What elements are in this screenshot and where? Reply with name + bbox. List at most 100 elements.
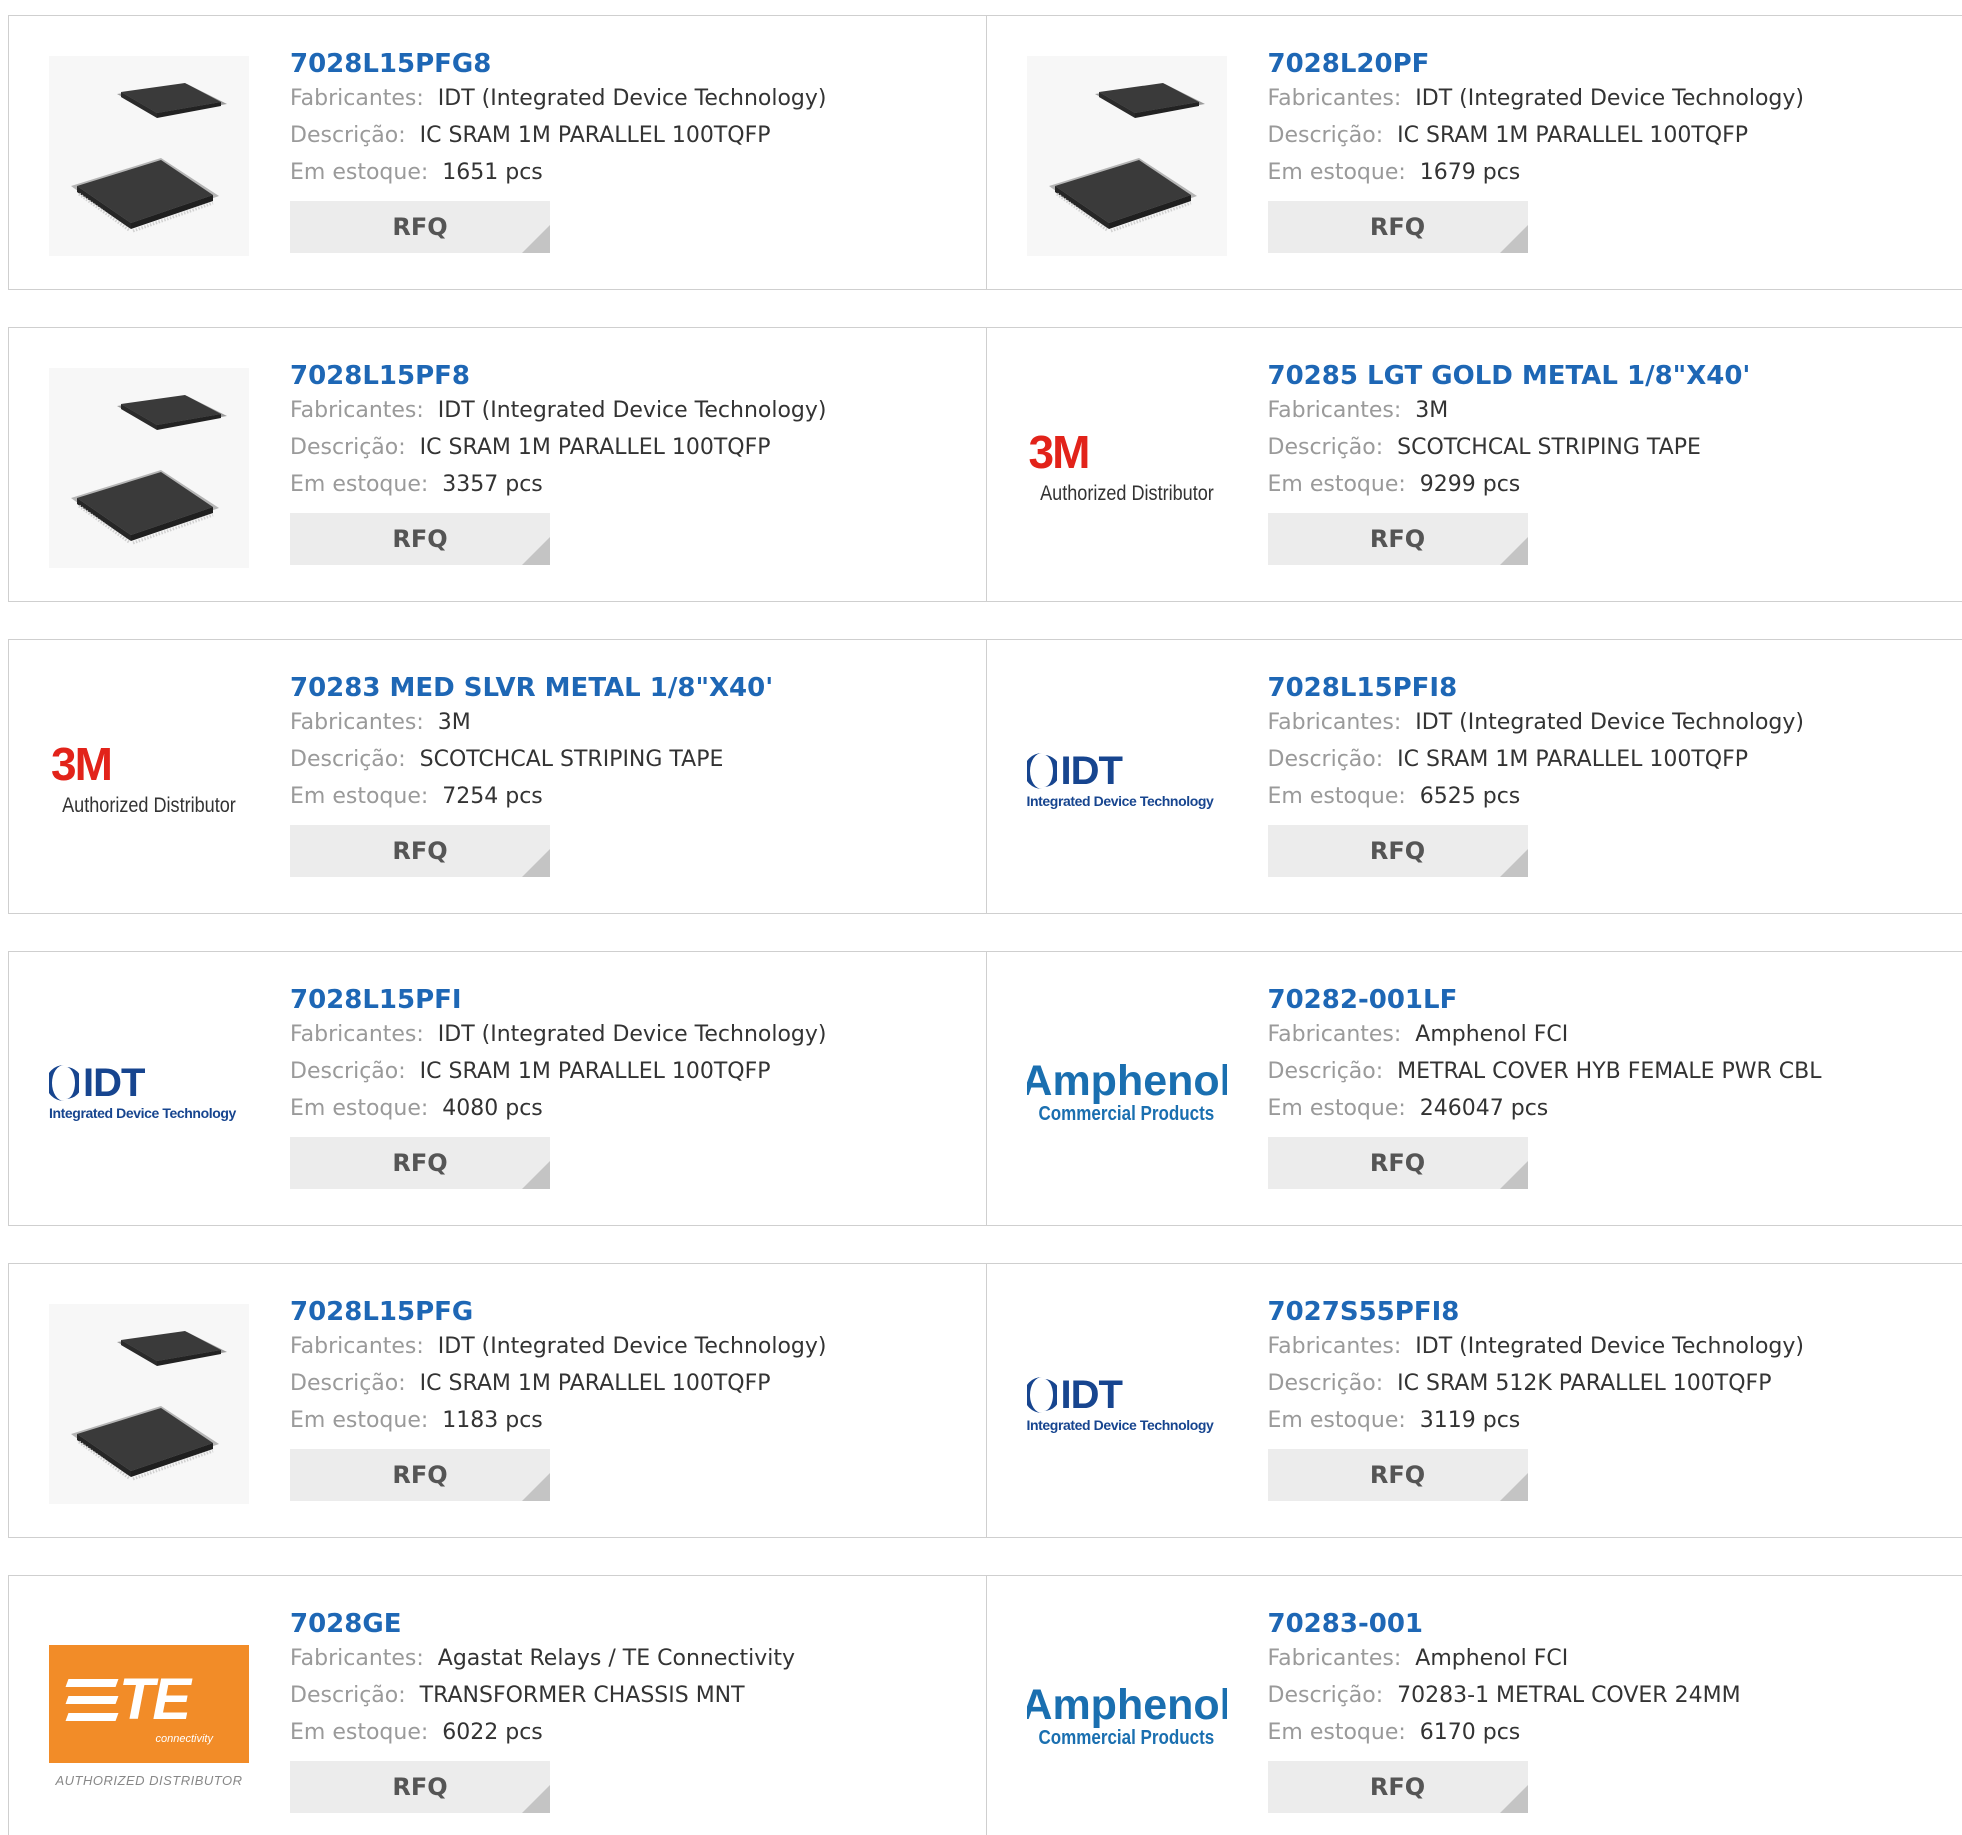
rfq-button-label: RFQ bbox=[1370, 525, 1425, 553]
stock-value: 9299 pcs bbox=[1420, 472, 1521, 497]
3m-logo-subtitle: Authorized Distributor bbox=[1040, 481, 1214, 507]
product-title-link[interactable]: 70285 LGT GOLD METAL 1/8"X40' bbox=[1268, 360, 1948, 392]
product-title-link[interactable]: 7028L15PFG8 bbox=[290, 48, 970, 80]
product-title-link[interactable]: 7028L15PFI8 bbox=[1268, 672, 1948, 704]
product-title-link[interactable]: 70282-001LF bbox=[1268, 984, 1948, 1016]
description-line: Descrição:METRAL COVER HYB FEMALE PWR CB… bbox=[1268, 1053, 1948, 1090]
product-card: AmphenolCommercial Products70282-001LFFa… bbox=[986, 952, 1962, 1225]
rfq-button[interactable]: RFQ bbox=[290, 513, 550, 565]
product-thumbnail[interactable]: IDTIntegrated Device Technology bbox=[49, 992, 249, 1192]
rfq-button[interactable]: RFQ bbox=[290, 1137, 550, 1189]
rfq-button[interactable]: RFQ bbox=[290, 201, 550, 253]
manufacturer-line: Fabricantes:3M bbox=[1268, 392, 1948, 429]
rfq-button-label: RFQ bbox=[392, 1149, 447, 1177]
product-title-link[interactable]: 7028GE bbox=[290, 1608, 970, 1640]
rfq-button[interactable]: RFQ bbox=[1268, 1761, 1528, 1813]
product-row: 7028L15PFG8Fabricantes:IDT (Integrated D… bbox=[8, 15, 1962, 290]
manufacturer-label: Fabricantes: bbox=[1268, 1022, 1402, 1047]
product-thumbnail[interactable]: AmphenolCommercial Products bbox=[1027, 1616, 1227, 1816]
tqfp-chip-image bbox=[49, 368, 249, 568]
manufacturer-value: IDT (Integrated Device Technology) bbox=[1415, 710, 1804, 735]
manufacturer-line: Fabricantes:Amphenol FCI bbox=[1268, 1640, 1948, 1677]
stock-value: 6170 pcs bbox=[1420, 1720, 1521, 1745]
product-info: 7028L15PFI8Fabricantes:IDT (Integrated D… bbox=[1268, 672, 1948, 877]
rfq-button[interactable]: RFQ bbox=[290, 1761, 550, 1813]
product-thumbnail[interactable] bbox=[49, 56, 249, 256]
rfq-button[interactable]: RFQ bbox=[1268, 825, 1528, 877]
description-value: IC SRAM 1M PARALLEL 100TQFP bbox=[420, 1371, 771, 1396]
stock-value: 3119 pcs bbox=[1420, 1408, 1521, 1433]
manufacturer-value: 3M bbox=[438, 710, 471, 735]
product-title-link[interactable]: 70283 MED SLVR METAL 1/8"X40' bbox=[290, 672, 970, 704]
manufacturer-label: Fabricantes: bbox=[290, 1334, 424, 1359]
3m-logo: 3MAuthorized Distributor bbox=[1027, 418, 1227, 518]
tqfp-chip-image bbox=[1027, 56, 1227, 256]
product-thumbnail[interactable]: 3MAuthorized Distributor bbox=[49, 680, 249, 880]
rfq-button[interactable]: RFQ bbox=[290, 1449, 550, 1501]
idt-logo: IDTIntegrated Device Technology bbox=[1027, 751, 1227, 809]
rfq-button[interactable]: RFQ bbox=[1268, 1449, 1528, 1501]
stock-label: Em estoque: bbox=[1268, 472, 1406, 497]
rfq-button-label: RFQ bbox=[392, 525, 447, 553]
idt-logo-subtitle: Integrated Device Technology bbox=[49, 1105, 236, 1121]
stock-line: Em estoque:6525 pcs bbox=[1268, 778, 1948, 815]
product-thumbnail[interactable]: IDTIntegrated Device Technology bbox=[1027, 1304, 1227, 1504]
rfq-button[interactable]: RFQ bbox=[1268, 1137, 1528, 1189]
product-card: IDTIntegrated Device Technology7027S55PF… bbox=[986, 1264, 1962, 1537]
product-title-link[interactable]: 7028L15PFG bbox=[290, 1296, 970, 1328]
product-card: TEconnectivityAUTHORIZED DISTRIBUTOR 7028… bbox=[9, 1576, 986, 1835]
product-card: 3MAuthorized Distributor70285 LGT GOLD M… bbox=[986, 328, 1962, 601]
product-row: 7028L15PFG Fabricantes: IDT (Integrated De… bbox=[8, 1263, 1962, 1538]
page: { "labels": { "manufacturer": "Fabricant… bbox=[0, 0, 1962, 1829]
product-thumbnail[interactable] bbox=[1027, 56, 1227, 256]
product-thumbnail[interactable]: IDTIntegrated Device Technology bbox=[1027, 680, 1227, 880]
amphenol-logo: AmphenolCommercial Products bbox=[1027, 1683, 1227, 1749]
product-card: 7028L15PF8Fabricantes:IDT (Integrated De… bbox=[9, 328, 986, 601]
description-label: Descrição: bbox=[290, 1371, 406, 1396]
product-thumbnail[interactable]: TEconnectivityAUTHORIZED DISTRIBUTOR bbox=[49, 1616, 249, 1816]
product-thumbnail[interactable] bbox=[49, 1304, 249, 1504]
stock-value: 4080 pcs bbox=[442, 1096, 543, 1121]
amphenol-logo-mark: Amphenol bbox=[1027, 1059, 1227, 1103]
stock-label: Em estoque: bbox=[1268, 1096, 1406, 1121]
description-label: Descrição: bbox=[1268, 1371, 1384, 1396]
description-label: Descrição: bbox=[1268, 747, 1384, 772]
product-info: 7027S55PFI8Fabricantes:IDT (Integrated D… bbox=[1268, 1296, 1948, 1501]
stock-line: Em estoque:1679 pcs bbox=[1268, 154, 1948, 191]
product-row: IDTIntegrated Device Technology 7028L15PF… bbox=[8, 951, 1962, 1226]
3m-logo-subtitle: Authorized Distributor bbox=[62, 793, 236, 819]
product-title-link[interactable]: 7028L15PFI bbox=[290, 984, 970, 1016]
rfq-button[interactable]: RFQ bbox=[290, 825, 550, 877]
product-thumbnail[interactable] bbox=[49, 368, 249, 568]
manufacturer-value: Agastat Relays / TE Connectivity bbox=[438, 1646, 795, 1671]
product-card: AmphenolCommercial Products 70283-001Fabr… bbox=[986, 1576, 1962, 1835]
description-value: 70283-1 METRAL COVER 24MM bbox=[1397, 1683, 1740, 1708]
rfq-button-label: RFQ bbox=[392, 837, 447, 865]
product-info: 70285 LGT GOLD METAL 1/8"X40'Fabricantes… bbox=[1268, 360, 1948, 565]
manufacturer-value: IDT (Integrated Device Technology) bbox=[1415, 1334, 1804, 1359]
product-title-link[interactable]: 70283-001 bbox=[1268, 1608, 1948, 1640]
description-label: Descrição: bbox=[290, 1683, 406, 1708]
product-thumbnail[interactable]: 3MAuthorized Distributor bbox=[1027, 368, 1227, 568]
product-title-link[interactable]: 7027S55PFI8 bbox=[1268, 1296, 1948, 1328]
product-title-link[interactable]: 7028L20PF bbox=[1268, 48, 1948, 80]
stock-label: Em estoque: bbox=[290, 1096, 428, 1121]
product-thumbnail[interactable]: AmphenolCommercial Products bbox=[1027, 992, 1227, 1192]
description-label: Descrição: bbox=[290, 435, 406, 460]
product-row: 7028L15PF8Fabricantes:IDT (Integrated De… bbox=[8, 327, 1962, 602]
manufacturer-value: 3M bbox=[1415, 398, 1448, 423]
description-line: Descrição:IC SRAM 1M PARALLEL 100TQFP bbox=[290, 1053, 970, 1090]
description-line: Descrição:IC SRAM 1M PARALLEL 100TQFP bbox=[1268, 741, 1948, 778]
manufacturer-line: Fabricantes:Amphenol FCI bbox=[1268, 1016, 1948, 1053]
description-line: Descrição: IC SRAM 1M PARALLEL 100TQFP bbox=[290, 1365, 970, 1402]
stock-value: 1183 pcs bbox=[442, 1408, 543, 1433]
description-line: Descrição:TRANSFORMER CHASSIS MNT bbox=[290, 1677, 970, 1714]
product-title-link[interactable]: 7028L15PF8 bbox=[290, 360, 970, 392]
rfq-button[interactable]: RFQ bbox=[1268, 513, 1528, 565]
manufacturer-line: Fabricantes:IDT (Integrated Device Techn… bbox=[290, 1016, 970, 1053]
rfq-button[interactable]: RFQ bbox=[1268, 201, 1528, 253]
stock-line: Em estoque:6022 pcs bbox=[290, 1714, 970, 1751]
product-row: TEconnectivityAUTHORIZED DISTRIBUTOR 7028… bbox=[8, 1575, 1962, 1835]
manufacturer-label: Fabricantes: bbox=[290, 86, 424, 111]
description-line: Descrição:IC SRAM 1M PARALLEL 100TQFP bbox=[1268, 117, 1948, 154]
